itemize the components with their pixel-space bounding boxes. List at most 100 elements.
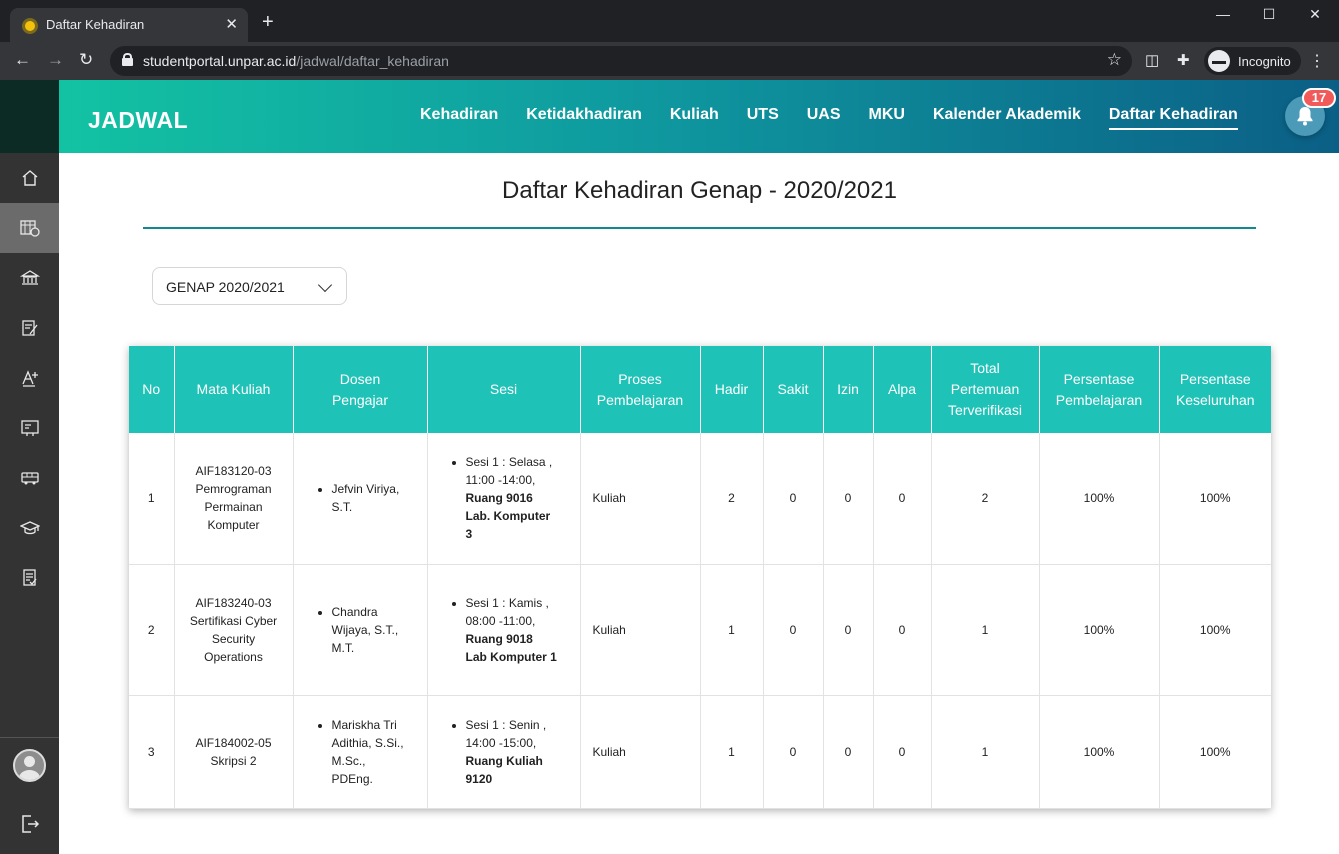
cell-no: 2 xyxy=(129,564,175,696)
cell-total: 1 xyxy=(931,695,1040,809)
home-icon[interactable] xyxy=(0,153,59,203)
col-header-total: Total Pertemuan Terverifikasi xyxy=(931,346,1040,433)
window-close-icon[interactable]: ✕ xyxy=(1303,6,1327,23)
col-header-persen-keseluruhan-label: Persentase Keseluruhan xyxy=(1175,370,1255,408)
sidebar-top xyxy=(0,80,59,153)
minimize-icon[interactable]: — xyxy=(1211,6,1235,22)
presentation-icon[interactable] xyxy=(0,403,59,453)
title-divider xyxy=(143,227,1256,229)
finance-icon[interactable] xyxy=(0,253,59,303)
maximize-icon[interactable]: ☐ xyxy=(1257,6,1281,23)
top-header: JADWAL Kehadiran Ketidakhadiran Kuliah U… xyxy=(20,80,1339,153)
top-nav: Kehadiran Ketidakhadiran Kuliah UTS UAS … xyxy=(420,106,1238,130)
cell-alpa: 0 xyxy=(873,433,932,565)
forward-icon[interactable]: → xyxy=(47,50,64,70)
lock-icon xyxy=(122,53,133,66)
cell-alpa: 0 xyxy=(873,695,932,809)
cell-proses: Kuliah xyxy=(580,564,701,696)
course-name: Skripsi 2 xyxy=(210,753,257,768)
reload-icon[interactable]: ↻ xyxy=(79,50,93,70)
session-time: Sesi 1 : Kamis , 08:00 -11:00, xyxy=(465,595,549,628)
reading-mode-icon[interactable]: ◫ xyxy=(1145,51,1159,69)
address-bar[interactable]: studentportal.unpar.ac.id/jadwal/daftar_… xyxy=(110,46,1132,76)
schedule-icon[interactable] xyxy=(0,203,59,253)
session-time: Sesi 1 : Selasa , 11:00 -14:00, xyxy=(465,455,553,488)
page-viewport: JADWAL Kehadiran Ketidakhadiran Kuliah U… xyxy=(0,80,1339,854)
grade-icon[interactable] xyxy=(0,353,59,403)
cell-persen-keseluruhan: 100% xyxy=(1159,564,1271,696)
url-text: studentportal.unpar.ac.id/jadwal/daftar_… xyxy=(143,53,449,69)
nav-uas[interactable]: UAS xyxy=(807,106,841,130)
cell-alpa: 0 xyxy=(873,564,932,696)
session-item: Sesi 1 : Senin , 14:00 -15:00, Ruang Kul… xyxy=(466,716,558,788)
session-room: Ruang 9018 Lab Komputer 1 xyxy=(465,631,557,664)
incognito-icon xyxy=(1208,50,1230,72)
browser-titlebar: Daftar Kehadiran ✕ + — ☐ ✕ xyxy=(0,0,1339,42)
browser-menu-icon[interactable]: ⋮ xyxy=(1309,51,1325,71)
col-header-dosen-label: Dosen Pengajar xyxy=(331,370,389,408)
bookmark-star-icon[interactable]: ☆ xyxy=(1107,50,1122,70)
tab-title: Daftar Kehadiran xyxy=(46,17,145,32)
cell-hadir: 1 xyxy=(700,695,764,809)
logout-icon[interactable] xyxy=(0,799,59,849)
col-header-persen-pembelajaran-label: Persentase Pembelajaran xyxy=(1055,370,1143,408)
col-header-sesi: Sesi xyxy=(427,346,581,433)
graduation-cap-icon[interactable] xyxy=(0,503,59,553)
cell-total: 1 xyxy=(931,564,1040,696)
url-domain: studentportal.unpar.ac.id xyxy=(143,53,297,69)
col-header-total-label: Total Pertemuan Terverifikasi xyxy=(948,360,1022,418)
cell-izin: 0 xyxy=(823,433,874,565)
course-code: AIF184002-05 xyxy=(195,735,272,750)
notification-badge: 17 xyxy=(1302,88,1336,108)
cell-mata-kuliah: AIF183120-03 Pemrograman Permainan Komput… xyxy=(174,433,294,565)
brand-title: JADWAL xyxy=(88,107,189,133)
course-name: Sertifikasi Cyber Security Operations xyxy=(189,613,278,664)
col-header-dosen: Dosen Pengajar xyxy=(293,346,428,433)
incognito-label: Incognito xyxy=(1238,53,1291,69)
cell-sakit: 0 xyxy=(763,564,824,696)
nav-kalender-akademik[interactable]: Kalender Akademik xyxy=(933,106,1081,130)
semester-select-value: GENAP 2020/2021 xyxy=(166,279,285,295)
lecturer-item: Mariskha Tri Adithia, S.Si., M.Sc., PDEn… xyxy=(332,716,410,788)
nav-daftar-kehadiran[interactable]: Daftar Kehadiran xyxy=(1108,106,1238,130)
cell-dosen: Mariskha Tri Adithia, S.Si., M.Sc., PDEn… xyxy=(293,695,428,809)
browser-tab[interactable]: Daftar Kehadiran ✕ xyxy=(10,8,248,42)
attendance-table-wrapper: No Mata Kuliah Dosen Pengajar Sesi Prose… xyxy=(129,346,1271,809)
session-room: Ruang Kuliah 9120 xyxy=(465,753,543,786)
col-header-mata-kuliah: Mata Kuliah xyxy=(174,346,294,433)
url-path: /jadwal/daftar_kehadiran xyxy=(296,53,449,69)
back-icon[interactable]: ← xyxy=(14,50,31,70)
session-item: Sesi 1 : Selasa , 11:00 -14:00, Ruang 90… xyxy=(466,453,558,543)
col-header-no: No xyxy=(129,346,175,433)
cell-total: 2 xyxy=(931,433,1040,565)
extensions-puzzle-icon[interactable]: ✚ xyxy=(1177,51,1190,69)
tab-close-icon[interactable]: ✕ xyxy=(225,15,238,33)
nav-kehadiran[interactable]: Kehadiran xyxy=(420,106,498,130)
new-tab-icon[interactable]: + xyxy=(262,12,274,32)
nav-mku[interactable]: MKU xyxy=(869,106,905,130)
table-row: 2 AIF183240-03 Sertifikasi Cyber Security… xyxy=(129,564,1271,696)
nav-kuliah[interactable]: Kuliah xyxy=(670,106,719,130)
cell-sakit: 0 xyxy=(763,695,824,809)
semester-select[interactable]: GENAP 2020/2021 xyxy=(152,267,347,305)
bell-icon xyxy=(1297,107,1313,126)
sidebar xyxy=(0,80,59,854)
checklist-icon[interactable] xyxy=(0,553,59,603)
nav-uts[interactable]: UTS xyxy=(747,106,779,130)
cell-sesi: Sesi 1 : Kamis , 08:00 -11:00, Ruang 901… xyxy=(427,564,581,696)
lecturer-item: Jefvin Viriya, S.T. xyxy=(332,480,410,516)
bus-icon[interactable] xyxy=(0,453,59,503)
attendance-table: No Mata Kuliah Dosen Pengajar Sesi Prose… xyxy=(129,346,1271,809)
cell-mata-kuliah: AIF184002-05 Skripsi 2 xyxy=(174,695,294,809)
nav-ketidakhadiran[interactable]: Ketidakhadiran xyxy=(526,106,642,130)
cell-persen-pembelajaran: 100% xyxy=(1039,564,1160,696)
cell-sakit: 0 xyxy=(763,433,824,565)
edit-form-icon[interactable] xyxy=(0,303,59,353)
browser-toolbar: ← → ↻ studentportal.unpar.ac.id/jadwal/d… xyxy=(0,42,1339,80)
user-avatar[interactable] xyxy=(13,749,46,782)
cell-proses: Kuliah xyxy=(580,433,701,565)
course-name: Pemrograman Permainan Komputer xyxy=(195,482,272,533)
cell-persen-pembelajaran: 100% xyxy=(1039,433,1160,565)
incognito-profile-button[interactable]: Incognito xyxy=(1204,47,1301,75)
course-code: AIF183240-03 xyxy=(195,595,272,610)
